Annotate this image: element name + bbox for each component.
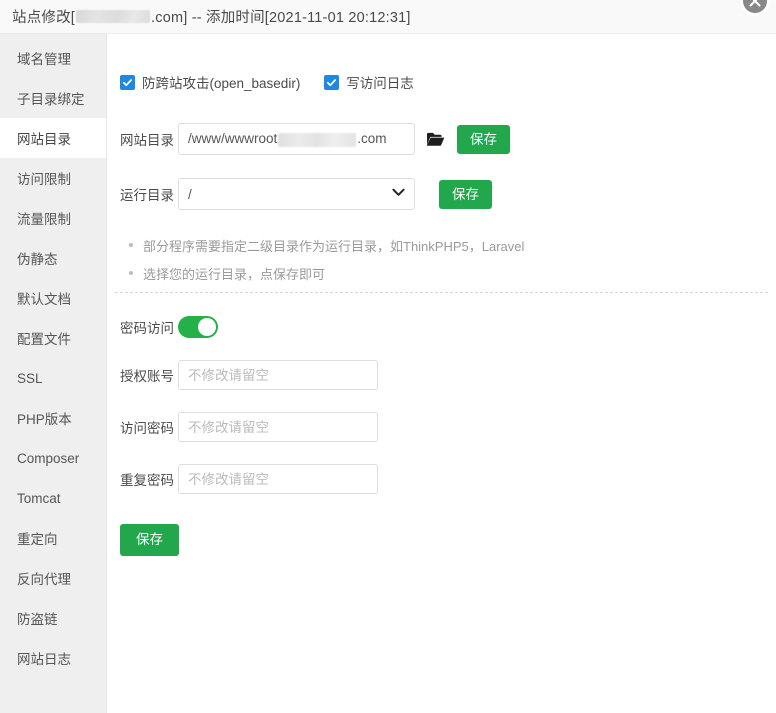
website-directory-input[interactable]: /www/wwwroot .com (178, 123, 415, 155)
sidebar-item-label: 反向代理 (17, 572, 71, 587)
redacted-domain-value (278, 132, 357, 147)
site-edit-dialog: 站点修改[ .com] -- 添加时间[2021-11-01 20:12:31]… (0, 0, 776, 713)
dialog-title-suffix: .com] -- 添加时间[2021-11-01 20:12:31] (151, 10, 411, 26)
sidebar-item-rewrite[interactable]: 伪静态 (0, 238, 106, 278)
sidebar-item-composer[interactable]: Composer (0, 438, 106, 478)
hint-list: 部分程序需要指定二级目录作为运行目录，如ThinkPHP5，Laravel 选择… (129, 236, 776, 283)
sidebar-item-php-version[interactable]: PHP版本 (0, 398, 106, 438)
password-access-label: 密码访问 (120, 321, 174, 336)
checkbox-open-basedir[interactable]: 防跨站攻击(open_basedir) (120, 72, 300, 92)
website-directory-row: 网站目录 /www/wwwroot .com 保存 (107, 123, 776, 155)
sidebar-item-label: Tomcat (17, 490, 61, 506)
sidebar-item-label: 子目录绑定 (17, 92, 85, 107)
checkbox-write-access-log[interactable]: 写访问日志 (324, 72, 414, 92)
access-password-input[interactable] (178, 412, 378, 442)
sidebar-item-label: SSL (17, 370, 43, 386)
sidebar-item-ssl[interactable]: SSL (0, 358, 106, 398)
checkbox-label: 写访问日志 (346, 76, 414, 91)
sidebar-item-label: 伪静态 (17, 252, 58, 267)
redacted-domain-title (76, 10, 151, 23)
run-directory-label: 运行目录 (120, 188, 174, 203)
website-directory-value-suffix: .com (357, 131, 387, 147)
repeat-password-input[interactable] (178, 464, 378, 494)
sidebar-item-label: 重定向 (17, 532, 58, 547)
website-directory-value-prefix: /www/wwwroot (188, 131, 278, 147)
access-password-row: 访问密码 (107, 412, 776, 442)
sidebar-item-tomcat[interactable]: Tomcat (0, 478, 106, 518)
hint-item: 部分程序需要指定二级目录作为运行目录，如ThinkPHP5，Laravel (129, 236, 776, 255)
save-website-directory-button[interactable]: 保存 (457, 124, 510, 154)
password-access-row: 密码访问 (107, 316, 776, 338)
section-divider (115, 292, 768, 293)
sidebar-item-label: 流量限制 (17, 212, 71, 227)
dialog-title-prefix: 站点修改[ (12, 10, 76, 26)
sidebar-item-website-directory[interactable]: 网站目录 (0, 118, 106, 158)
run-directory-select[interactable]: / (178, 178, 415, 210)
auth-account-row: 授权账号 (107, 360, 776, 390)
sidebar-item-website-log[interactable]: 网站日志 (0, 638, 106, 678)
sidebar-item-redirect[interactable]: 重定向 (0, 518, 106, 558)
checkbox-label: 防跨站攻击(open_basedir) (142, 76, 301, 91)
sidebar-item-label: 网站日志 (17, 652, 71, 667)
hint-item: 选择您的运行目录，点保存即可 (129, 264, 776, 283)
sidebar-item-label: 防盗链 (17, 612, 58, 627)
sidebar-item-label: 域名管理 (17, 52, 71, 67)
password-access-toggle[interactable] (178, 316, 218, 338)
repeat-password-label: 重复密码 (120, 473, 174, 488)
access-password-label: 访问密码 (120, 421, 174, 436)
dialog-title: 站点修改[ .com] -- 添加时间[2021-11-01 20:12:31] (12, 6, 411, 27)
sidebar-item-anti-leech[interactable]: 防盗链 (0, 598, 106, 638)
sidebar-item-label: 网站目录 (17, 132, 71, 147)
sidebar: 域名管理 子目录绑定 网站目录 访问限制 流量限制 伪静态 默认文档 配置文件 … (0, 34, 107, 713)
sidebar-item-default-document[interactable]: 默认文档 (0, 278, 106, 318)
dialog-titlebar: 站点修改[ .com] -- 添加时间[2021-11-01 20:12:31] (0, 0, 776, 34)
sidebar-item-domain-manage[interactable]: 域名管理 (0, 38, 106, 78)
sidebar-item-label: 配置文件 (17, 332, 71, 347)
checkmark-icon (324, 74, 340, 90)
toggle-knob (198, 318, 216, 336)
chevron-down-icon (392, 188, 405, 200)
options-row: 防跨站攻击(open_basedir) 写访问日志 (107, 34, 776, 92)
sidebar-item-label: Composer (17, 450, 80, 466)
run-directory-value: / (188, 186, 192, 202)
sidebar-item-label: 访问限制 (17, 172, 71, 187)
folder-icon[interactable] (426, 131, 445, 147)
dialog-body: 域名管理 子目录绑定 网站目录 访问限制 流量限制 伪静态 默认文档 配置文件 … (0, 34, 776, 713)
sidebar-item-reverse-proxy[interactable]: 反向代理 (0, 558, 106, 598)
main-content: 防跨站攻击(open_basedir) 写访问日志 网站目录 /www/wwwr… (107, 34, 776, 713)
checkmark-icon (120, 74, 135, 90)
sidebar-item-label: 默认文档 (17, 292, 71, 307)
repeat-password-row: 重复密码 (107, 464, 776, 494)
sidebar-item-subdir-binding[interactable]: 子目录绑定 (0, 78, 106, 118)
run-directory-row: 运行目录 / 保存 (107, 178, 776, 210)
sidebar-item-traffic-limit[interactable]: 流量限制 (0, 198, 106, 238)
close-icon[interactable] (740, 0, 770, 16)
save-password-settings-button[interactable]: 保存 (120, 524, 179, 556)
sidebar-item-label: PHP版本 (17, 412, 72, 427)
website-directory-label: 网站目录 (120, 133, 174, 148)
sidebar-item-access-restriction[interactable]: 访问限制 (0, 158, 106, 198)
save-run-directory-button[interactable]: 保存 (439, 179, 492, 209)
sidebar-item-config-file[interactable]: 配置文件 (0, 318, 106, 358)
auth-account-label: 授权账号 (120, 369, 174, 384)
auth-account-input[interactable] (178, 360, 378, 390)
